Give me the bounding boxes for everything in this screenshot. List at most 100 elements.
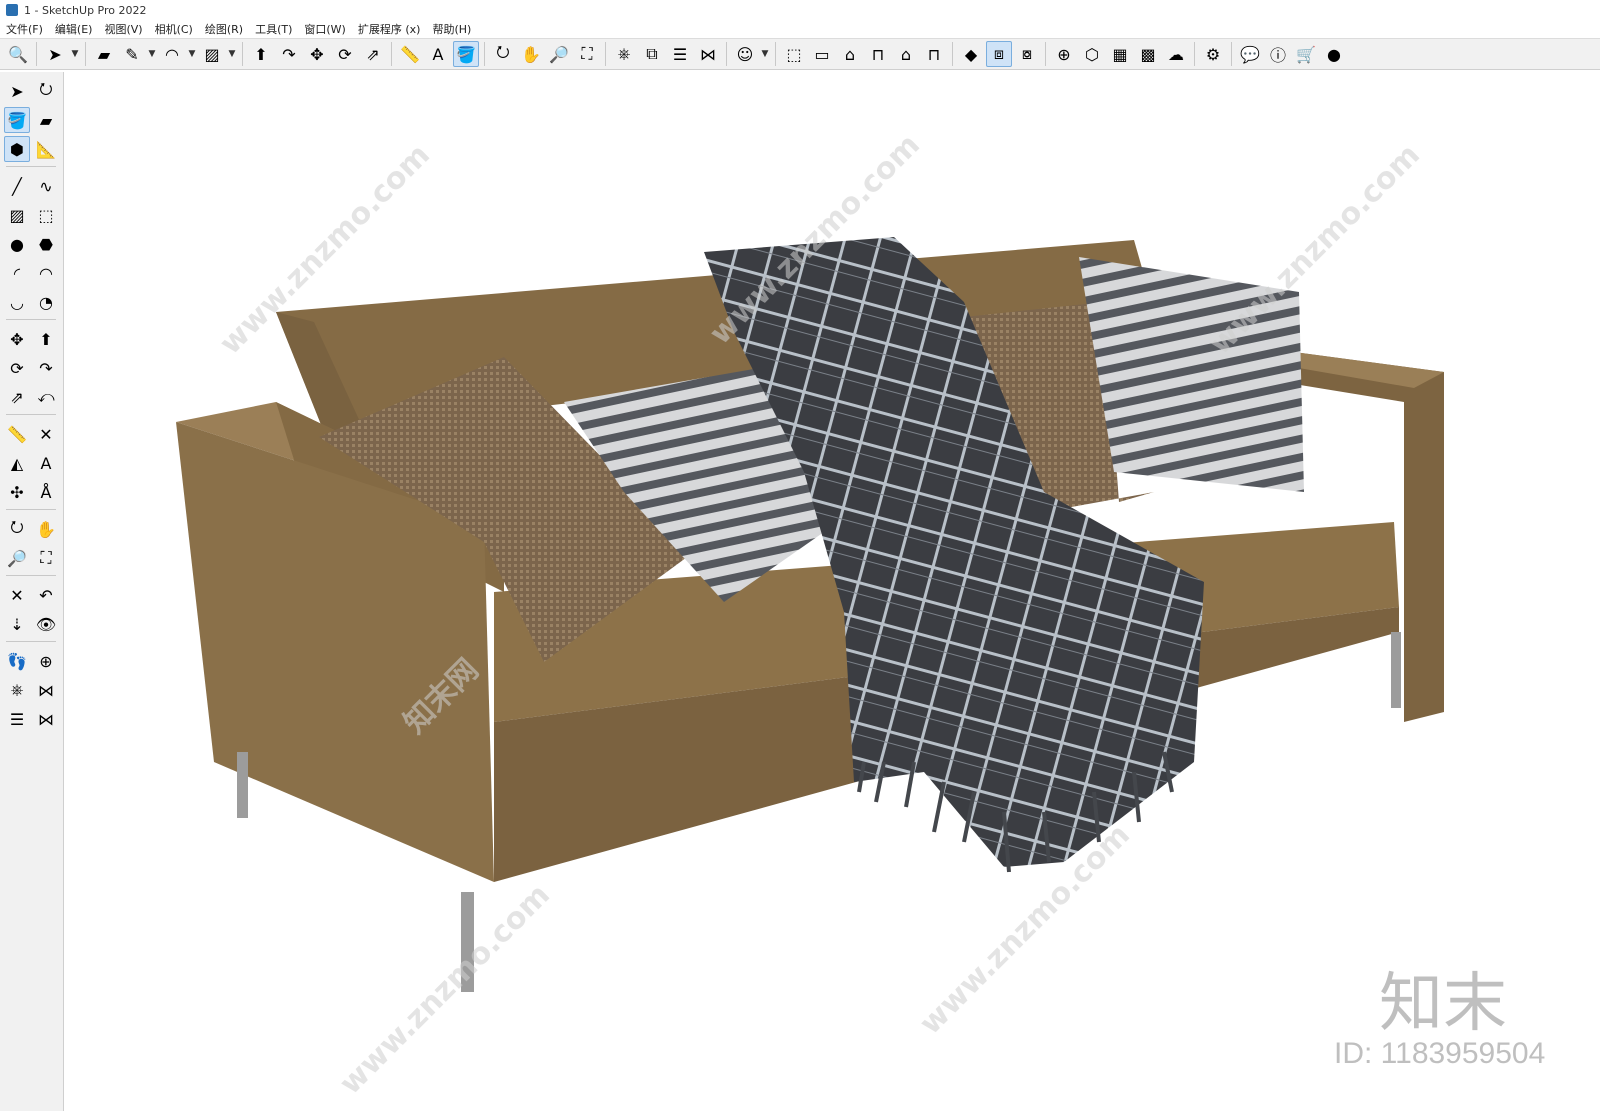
orbit-nav-icon[interactable]: ⭮ [4, 516, 30, 542]
top-view-icon[interactable]: ▭ [809, 41, 835, 67]
warehouse-tool-icon[interactable]: ⎈ [4, 677, 30, 703]
rotate-icon[interactable]: ⟳ [332, 41, 358, 67]
tape-tool-icon[interactable]: 📐 [33, 136, 59, 162]
dimension-tool-icon[interactable]: ✕ [33, 421, 59, 447]
move-tool-icon[interactable]: ✥ [4, 326, 30, 352]
front-view-icon[interactable]: ⌂ [837, 41, 863, 67]
solid-tools-icon[interactable]: ◆ [958, 41, 984, 67]
line-tool-icon[interactable]: ╱ [4, 173, 30, 199]
eraser-icon[interactable]: ▰ [91, 41, 117, 67]
cart-icon[interactable]: 🛒 [1293, 41, 1319, 67]
chevron-down-icon[interactable]: ▼ [147, 41, 157, 67]
rectangle-icon[interactable]: ▨ [199, 41, 225, 67]
rectangle-tool-icon[interactable]: ▨ [4, 202, 30, 228]
chevron-down-icon[interactable]: ▼ [227, 41, 237, 67]
arc-icon[interactable]: ◠ [159, 41, 185, 67]
eraser-tool-icon[interactable]: ▰ [33, 107, 59, 133]
tape-measure-tool-icon[interactable]: 📏 [4, 421, 30, 447]
position-camera-icon[interactable]: ⇣ [4, 611, 30, 637]
section-display-icon[interactable]: ⧇ [1014, 41, 1040, 67]
sandbox-tool-icon[interactable]: ⋈ [33, 706, 59, 732]
circle-tool-icon[interactable]: ● [4, 231, 30, 257]
follow-me-icon[interactable]: ↷ [276, 41, 302, 67]
look-around-icon[interactable]: 👁 [33, 611, 59, 637]
warehouse-icon[interactable]: ⎈ [611, 41, 637, 67]
arc-3pt-tool-icon[interactable]: ◡ [4, 289, 30, 315]
menu-item-1[interactable]: 编辑(E) [49, 21, 99, 37]
menu-item-0[interactable]: 文件(F) [0, 21, 49, 37]
settings-icon[interactable]: ⚙ [1200, 41, 1226, 67]
layers-icon[interactable]: ☰ [667, 41, 693, 67]
move-icon[interactable]: ✥ [304, 41, 330, 67]
offset-tool-icon[interactable]: ⤺ [33, 384, 59, 410]
paint-bucket-tool-icon[interactable]: 🪣 [4, 107, 30, 133]
protractor-tool-icon[interactable]: ◭ [4, 450, 30, 476]
rotated-rect-tool-icon[interactable]: ⬚ [33, 202, 59, 228]
menu-item-4[interactable]: 绘图(R) [199, 21, 249, 37]
zoom-window-icon[interactable]: ⛶ [574, 41, 600, 67]
paint-bucket-icon[interactable]: 🪣 [453, 41, 479, 67]
pencil-icon[interactable]: ✎ [119, 41, 145, 67]
section-plane-tool-icon[interactable]: ⊕ [33, 648, 59, 674]
menu-item-3[interactable]: 相机(C) [149, 21, 199, 37]
add-location-icon[interactable]: ⊕ [1051, 41, 1077, 67]
menu-item-8[interactable]: 帮助(H) [426, 21, 477, 37]
info-icon[interactable]: ⓘ [1265, 41, 1291, 67]
push-pull-tool-icon[interactable]: ⬆ [33, 326, 59, 352]
user-icon[interactable]: ● [1321, 41, 1347, 67]
style-icon[interactable]: ▦ [1107, 41, 1133, 67]
toolbar-separator [6, 319, 56, 320]
arc-tool-icon[interactable]: ◜ [4, 260, 30, 286]
previous-view-icon[interactable]: ↶ [33, 582, 59, 608]
push-pull-icon[interactable]: ⬆ [248, 41, 274, 67]
pan-icon[interactable]: ✋ [518, 41, 544, 67]
tape-measure-icon[interactable]: 📏 [397, 41, 423, 67]
iso-view-icon[interactable]: ⬚ [781, 41, 807, 67]
chat-icon[interactable]: 💬 [1237, 41, 1263, 67]
extension-icon[interactable]: ⧉ [639, 41, 665, 67]
zoom-icon[interactable]: 🔎 [546, 41, 572, 67]
account-icon[interactable]: ☺ [732, 41, 758, 67]
share-tool-icon[interactable]: ☰ [4, 706, 30, 732]
zoom-window-nav-icon[interactable]: ⛶ [33, 545, 59, 571]
left-view-icon[interactable]: ⊓ [921, 41, 947, 67]
3d-text-tool-icon[interactable]: Å [33, 479, 59, 505]
section-plane-icon[interactable]: ⧈ [986, 41, 1012, 67]
chevron-down-icon[interactable]: ▼ [760, 41, 770, 67]
zoom-extents-nav-icon[interactable]: ✕ [4, 582, 30, 608]
rotate-tool-icon[interactable]: ⟳ [4, 355, 30, 381]
text-tool-icon[interactable]: A [33, 450, 59, 476]
chevron-down-icon[interactable]: ▼ [187, 41, 197, 67]
scale-tool-icon[interactable]: ⇗ [4, 384, 30, 410]
model-viewport[interactable]: www.znzmo.com www.znzmo.com www.znzmo.co… [64, 72, 1600, 1111]
menu-item-6[interactable]: 窗口(W) [298, 21, 351, 37]
scale-icon[interactable]: ⇗ [360, 41, 386, 67]
orbit-icon[interactable]: ⭮ [490, 41, 516, 67]
arc-2pt-tool-icon[interactable]: ◠ [33, 260, 59, 286]
shadow-icon[interactable]: ⬡ [1079, 41, 1105, 67]
menu-item-5[interactable]: 工具(T) [249, 21, 298, 37]
zoom-extents-icon[interactable]: 🔍 [5, 41, 31, 67]
freehand-tool-icon[interactable]: ∿ [33, 173, 59, 199]
sandbox-icon[interactable]: ⋈ [695, 41, 721, 67]
select-icon[interactable]: ➤ [42, 41, 68, 67]
chevron-down-icon[interactable]: ▼ [70, 41, 80, 67]
menu-item-2[interactable]: 视图(V) [98, 21, 148, 37]
back-view-icon[interactable]: ⌂ [893, 41, 919, 67]
cloud-upload-icon[interactable]: ☁ [1163, 41, 1189, 67]
extension-tool-icon[interactable]: ⋈ [33, 677, 59, 703]
right-view-icon[interactable]: ⊓ [865, 41, 891, 67]
pan-nav-icon[interactable]: ✋ [33, 516, 59, 542]
pie-tool-icon[interactable]: ◔ [33, 289, 59, 315]
axes-tool-icon[interactable]: ✣ [4, 479, 30, 505]
text-icon[interactable]: A [425, 41, 451, 67]
walk-icon[interactable]: 👣 [4, 648, 30, 674]
select-tool-icon[interactable]: ➤ [4, 78, 30, 104]
texture-icon[interactable]: ▩ [1135, 41, 1161, 67]
zoom-nav-icon[interactable]: 🔎 [4, 545, 30, 571]
follow-me-tool-icon[interactable]: ↷ [33, 355, 59, 381]
menu-item-7[interactable]: 扩展程序 (x) [352, 21, 427, 37]
component-tool-icon[interactable]: ⬢ [4, 136, 30, 162]
polygon-tool-icon[interactable]: ⬣ [33, 231, 59, 257]
orbit-tool-icon[interactable]: ⭮ [33, 78, 59, 104]
